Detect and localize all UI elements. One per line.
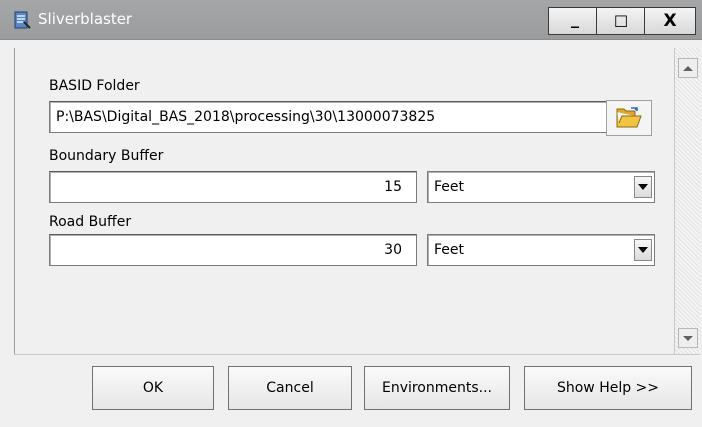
road-buffer-input[interactable]: 30 <box>49 234 417 266</box>
vertical-scrollbar[interactable] <box>674 48 700 354</box>
maximize-icon: ☐ <box>613 11 629 31</box>
road-buffer-unit-select[interactable]: Feet <box>427 234 655 266</box>
environments-button[interactable]: Environments... <box>364 366 510 410</box>
open-folder-icon <box>616 107 642 128</box>
minimize-button[interactable]: _ <box>548 7 602 35</box>
chevron-down-icon <box>638 247 648 253</box>
boundary-buffer-label: Boundary Buffer <box>49 148 164 164</box>
parameters-panel: BASID Folder P:\BAS\Digital_BAS_2018\pro… <box>14 48 674 354</box>
ok-button[interactable]: OK <box>92 366 214 410</box>
boundary-buffer-unit-select[interactable]: Feet <box>427 171 655 203</box>
chevron-up-icon <box>683 65 693 71</box>
boundary-buffer-input[interactable]: 15 <box>49 171 417 203</box>
basid-folder-input[interactable]: P:\BAS\Digital_BAS_2018\processing\30\13… <box>49 101 611 133</box>
boundary-unit-dropdown-arrow[interactable] <box>634 176 652 198</box>
scroll-up-button[interactable] <box>678 58 698 78</box>
scroll-down-button[interactable] <box>678 328 698 348</box>
cancel-button[interactable]: Cancel <box>228 366 352 410</box>
maximize-button[interactable]: ☐ <box>596 7 646 35</box>
close-icon: X <box>663 11 677 31</box>
footer-divider <box>14 354 700 355</box>
browse-folder-button[interactable] <box>606 100 652 136</box>
title-bar[interactable]: Sliverblaster _ ☐ X <box>0 0 702 40</box>
close-button[interactable]: X <box>644 7 696 35</box>
dialog-window: Sliverblaster _ ☐ X BASID Folder P:\BAS\… <box>0 0 702 427</box>
road-buffer-label: Road Buffer <box>49 214 132 230</box>
app-icon <box>12 10 32 30</box>
window-title: Sliverblaster <box>38 10 133 28</box>
basid-folder-label: BASID Folder <box>49 78 140 94</box>
minimize-icon: _ <box>571 8 579 28</box>
chevron-down-icon <box>683 335 693 341</box>
road-unit-dropdown-arrow[interactable] <box>634 239 652 261</box>
boundary-buffer-unit-value: Feet <box>434 179 465 195</box>
road-buffer-unit-value: Feet <box>434 242 465 258</box>
show-help-button[interactable]: Show Help >> <box>524 366 692 410</box>
chevron-down-icon <box>638 184 648 190</box>
